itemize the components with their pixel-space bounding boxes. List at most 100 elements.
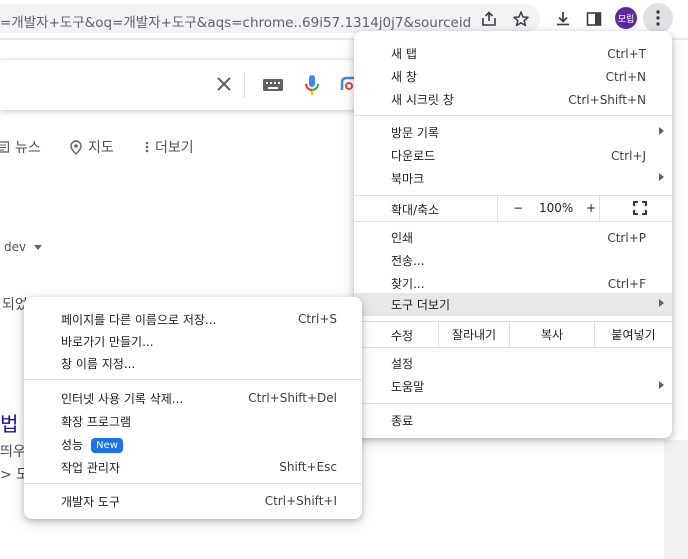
menu-item-label: 찾기... [391,277,425,291]
menu-separator [354,347,672,348]
menu-zoom: 확대/축소 − 100% + [354,195,672,221]
menu-item-label: 새 시크릿 창 [391,93,454,107]
menu-print[interactable]: 인쇄 Ctrl+P [354,226,672,249]
menu-item-label: 새 탭 [391,47,417,61]
menu-separator [24,379,362,380]
submenu-developer-tools[interactable]: 개발자 도구 Ctrl+Shift+I [24,490,362,512]
more-vert-icon [145,141,149,153]
menu-exit[interactable]: 종료 [354,409,672,432]
zoom-in-button[interactable]: + [586,201,596,215]
download-icon[interactable] [550,6,576,32]
tab-news[interactable]: 뉴스 [0,137,41,157]
menu-new-incognito[interactable]: 새 시크릿 창 Ctrl+Shift+N [354,88,672,111]
menu-item-label: 개발자 도구 [61,494,121,509]
submenu-arrow-icon [659,299,664,307]
tab-news-label: 뉴스 [15,140,41,156]
map-pin-icon [70,139,82,155]
menu-item-label: 종료 [391,414,414,428]
zoom-controls: − 100% + [497,195,600,221]
chrome-menu-button[interactable] [643,3,673,33]
cut-button[interactable]: 잘라내기 [438,321,509,347]
filter-dropdown[interactable]: dev [4,240,42,254]
tab-maps[interactable]: 지도 [70,137,114,157]
copy-button[interactable]: 복사 [509,321,594,347]
zoom-level: 100% [539,201,574,215]
chrome-main-menu: 새 탭 Ctrl+T 새 창 Ctrl+N 새 시크릿 창 Ctrl+Shift… [354,31,672,438]
chevron-down-icon [33,245,42,250]
menu-find[interactable]: 찾기... Ctrl+F [354,272,672,295]
menu-settings[interactable]: 설정 [354,352,672,375]
menu-item-shortcut: Ctrl+P [607,230,646,245]
zoom-label: 확대/축소 [391,203,440,217]
submenu-arrow-icon [659,173,664,181]
side-panel-icon[interactable] [581,6,607,32]
profile-avatar[interactable]: 모립 [615,7,637,29]
news-icon [0,141,9,153]
menu-downloads[interactable]: 다운로드 Ctrl+J [354,144,672,167]
zoom-out-button[interactable]: − [513,201,523,215]
bookmark-star-icon[interactable] [510,8,532,30]
fullscreen-icon[interactable] [633,201,647,215]
submenu-clear-browsing-data[interactable]: 인터넷 사용 기록 삭제... Ctrl+Shift+Del [24,387,362,409]
submenu-name-window[interactable]: 창 이름 지정... [24,352,362,374]
menu-item-label: 작업 관리자 [61,460,121,475]
submenu-task-manager[interactable]: 작업 관리자 Shift+Esc [24,456,362,478]
menu-separator [354,115,672,116]
menu-edit: 수정 잘라내기 복사 붙여넣기 [354,321,672,347]
menu-item-label: 확장 프로그램 [61,414,132,429]
menu-item-label: 바로가기 만들기... [61,334,154,349]
edit-label: 수정 [391,329,414,343]
menu-new-window[interactable]: 새 창 Ctrl+N [354,65,672,88]
menu-item-label: 방문 기록 [391,126,439,140]
submenu-performance[interactable]: 성능 New [24,433,362,455]
search-divider [244,72,245,98]
menu-item-label: 다운로드 [391,149,436,163]
menu-item-label: 도움말 [391,380,425,394]
menu-item-label: 창 이름 지정... [61,356,136,371]
submenu-create-shortcut[interactable]: 바로가기 만들기... [24,330,362,352]
menu-item-label: 페이지를 다른 이름으로 저장... [61,312,217,327]
share-icon[interactable] [478,8,500,30]
menu-item-label: 인터넷 사용 기록 삭제... [61,391,184,406]
menu-separator [24,483,362,484]
menu-new-tab[interactable]: 새 탭 Ctrl+T [354,42,672,65]
menu-item-label: 도구 더보기 [391,298,451,312]
tab-maps-label: 지도 [88,140,114,156]
menu-item-shortcut: Ctrl+Shift+Del [248,391,337,405]
menu-help[interactable]: 도움말 [354,375,672,398]
page-scrollbar[interactable] [664,440,688,559]
menu-bookmarks[interactable]: 북마크 [354,167,672,190]
url-text[interactable]: =개발자+도구&oq=개발자+도구&aqs=chrome..69i57.1314… [0,11,470,31]
menu-item-label: 새 창 [391,70,417,84]
menu-separator [354,221,672,222]
submenu-extensions[interactable]: 확장 프로그램 [24,410,362,432]
result-link[interactable]: 법 [0,408,18,437]
menu-item-shortcut: Ctrl+T [607,46,646,61]
menu-item-shortcut: Ctrl+J [611,148,646,163]
paste-button[interactable]: 붙여넣기 [594,321,672,347]
menu-item-label: 설정 [391,357,414,371]
menu-history[interactable]: 방문 기록 [354,121,672,144]
filter-label: dev [4,240,27,254]
tab-more[interactable]: 더보기 [145,137,194,157]
tab-more-label: 더보기 [155,140,194,156]
menu-item-shortcut: Ctrl+F [607,276,646,291]
submenu-save-page[interactable]: 페이지를 다른 이름으로 저장... Ctrl+S [24,308,362,330]
menu-item-shortcut: Ctrl+Shift+N [568,92,646,107]
address-bar[interactable]: =개발자+도구&oq=개발자+도구&aqs=chrome..69i57.1314… [0,4,540,33]
menu-item-shortcut: Ctrl+Shift+I [264,494,337,508]
more-tools-submenu: 페이지를 다른 이름으로 저장... Ctrl+S 바로가기 만들기... 창 … [24,297,362,519]
more-vert-icon [656,10,660,26]
new-badge: New [91,437,123,453]
menu-item-shortcut: Ctrl+N [605,69,646,84]
menu-item-shortcut: Ctrl+S [297,312,337,326]
menu-item-label: 전송... [391,254,425,268]
menu-more-tools[interactable]: 도구 더보기 [354,293,672,316]
menu-item-shortcut: Shift+Esc [279,460,337,474]
menu-cast[interactable]: 전송... [354,249,672,272]
voice-search-icon[interactable] [304,74,320,99]
clear-icon[interactable] [214,74,234,97]
keyboard-icon[interactable] [262,77,284,96]
google-search-box[interactable] [0,60,372,110]
menu-separator [354,403,672,404]
